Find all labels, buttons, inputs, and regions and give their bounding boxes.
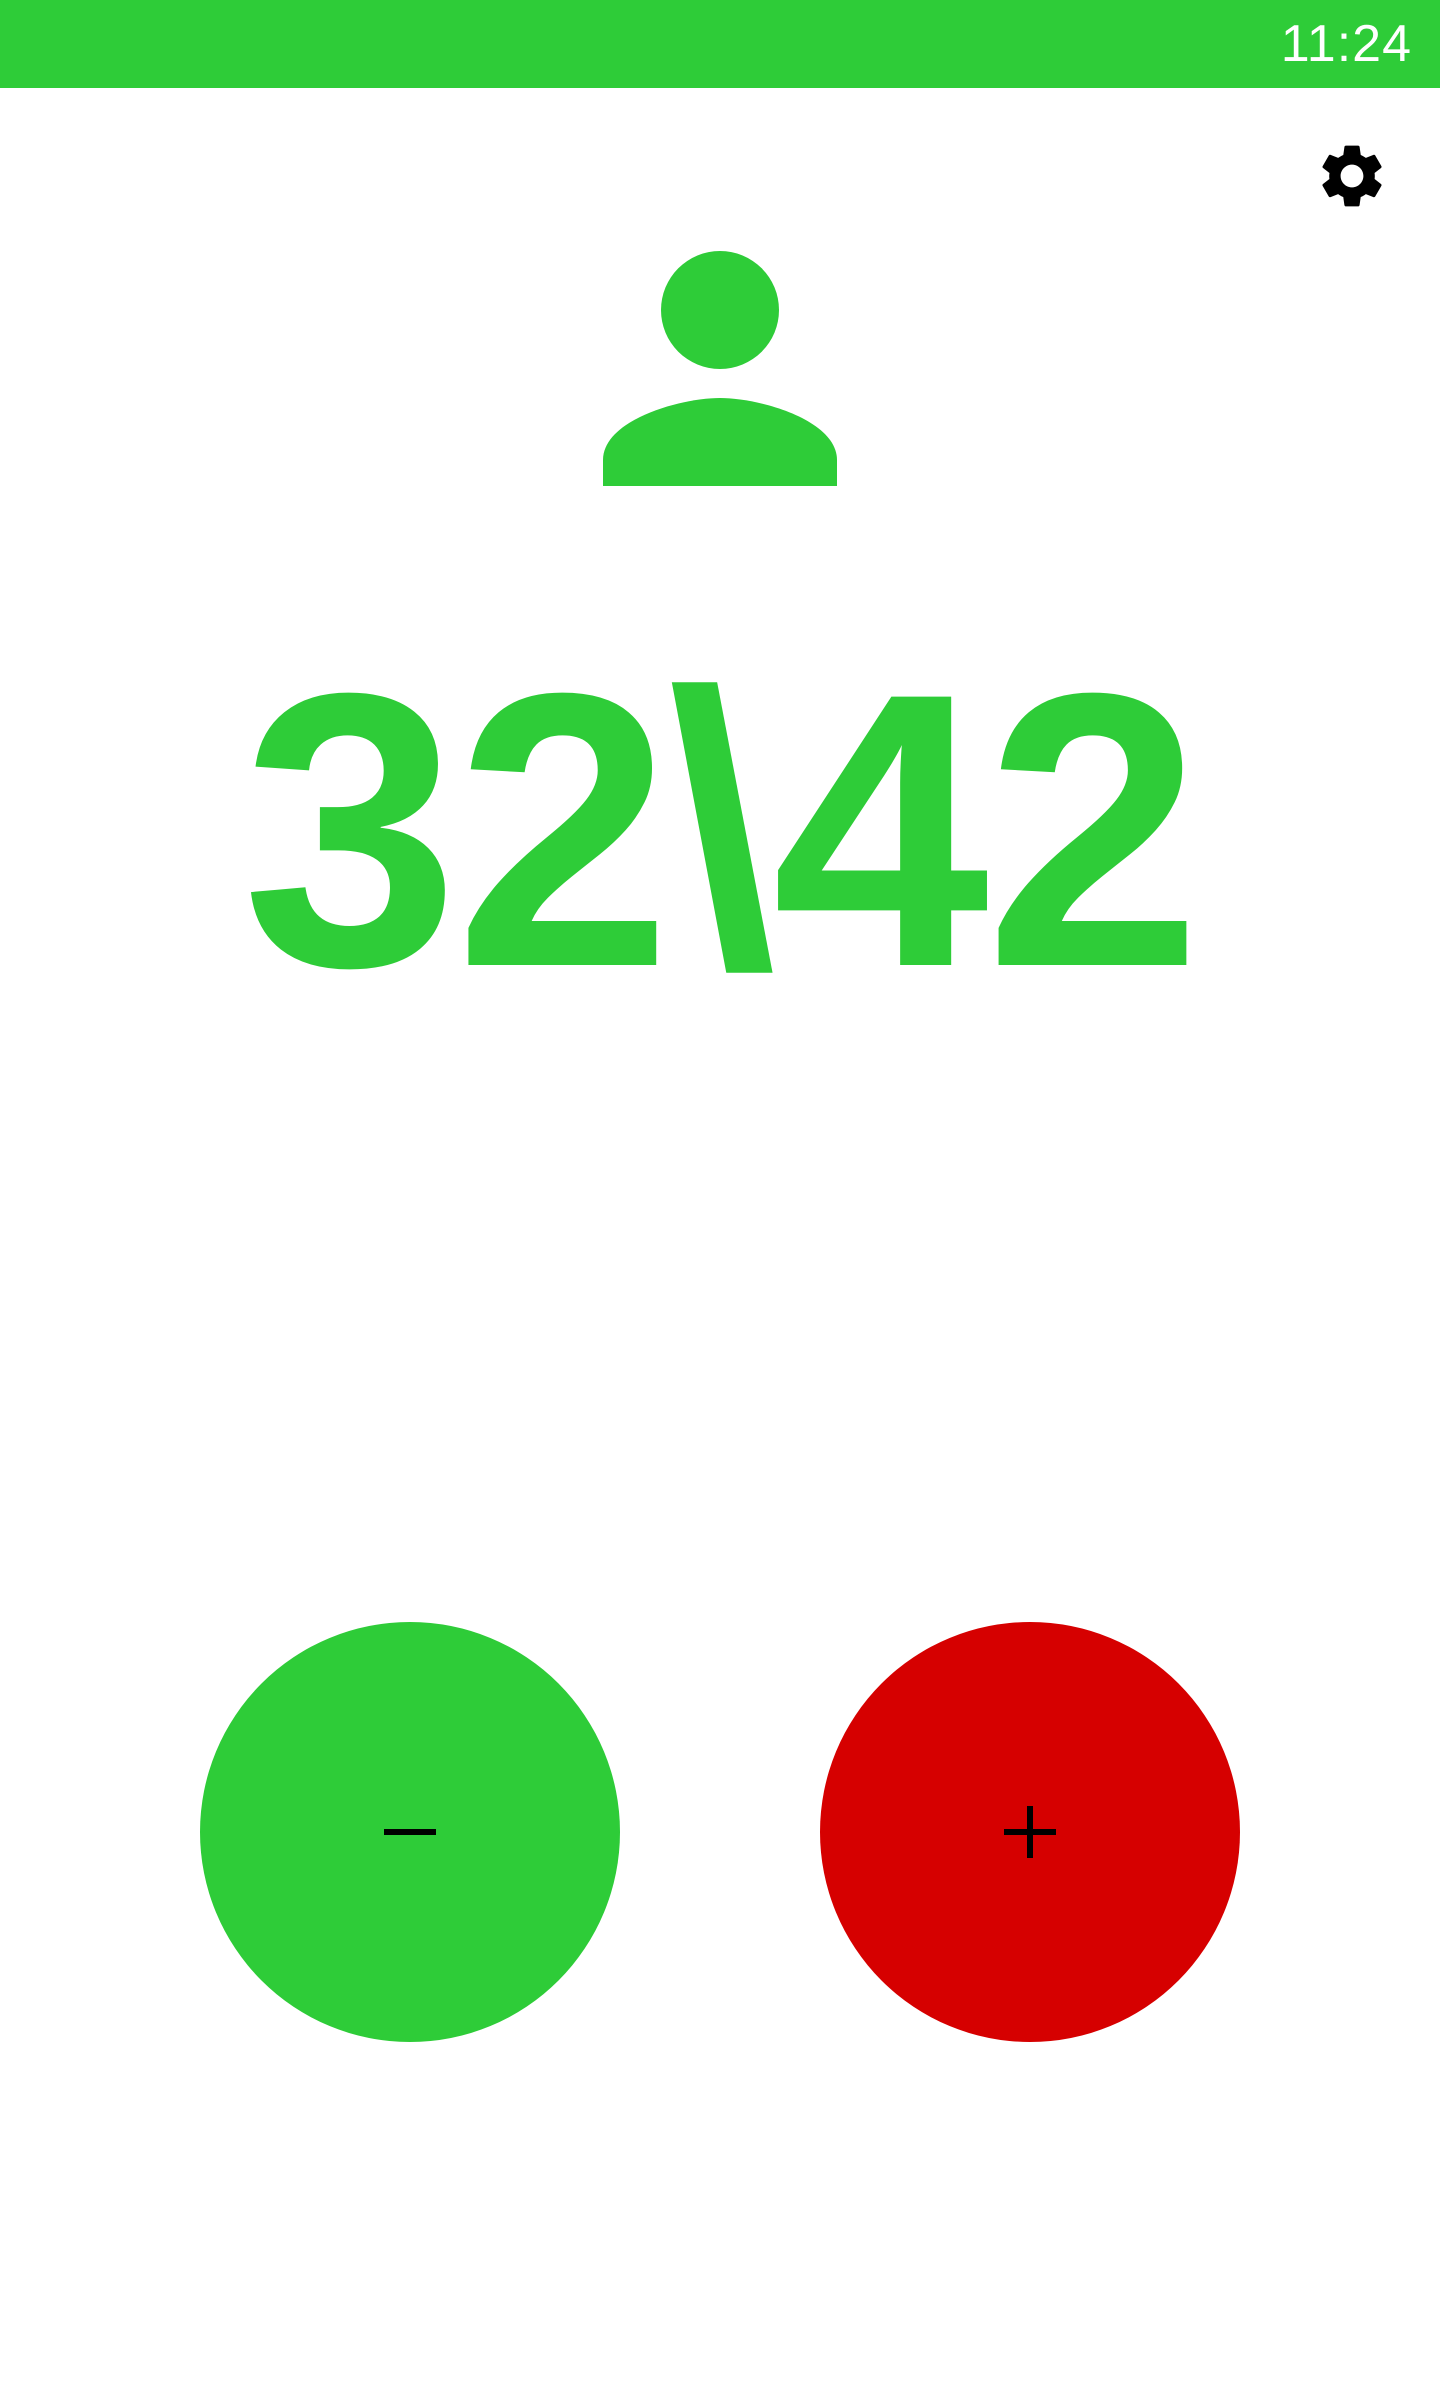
minus-icon: [384, 1829, 436, 1835]
counter-display: 32\42: [242, 612, 1202, 1048]
gear-icon: [1322, 145, 1382, 207]
plus-icon: [1004, 1806, 1056, 1858]
increment-button[interactable]: [820, 1622, 1240, 2042]
app-screen: 11:24 32\42: [0, 0, 1440, 2386]
status-bar: 11:24: [0, 0, 1440, 88]
person-icon: [600, 248, 840, 488]
settings-button[interactable]: [1312, 136, 1392, 216]
decrement-button[interactable]: [200, 1622, 620, 2042]
status-time: 11:24: [1280, 15, 1412, 73]
